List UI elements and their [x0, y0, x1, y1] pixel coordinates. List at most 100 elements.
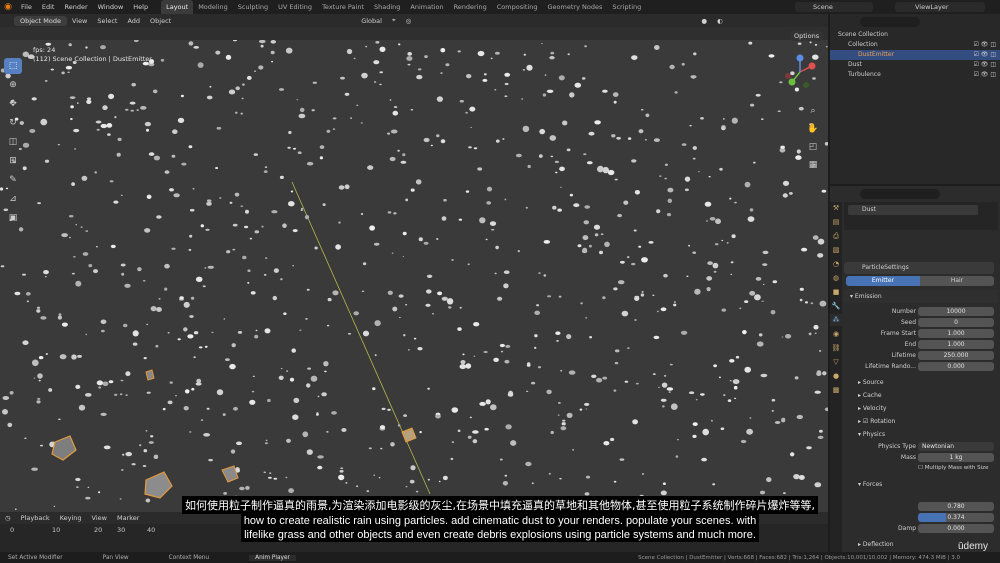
emission-panel-header[interactable]: ▾ Emission [844, 290, 998, 303]
mode-dropdown[interactable]: Object Mode [14, 15, 67, 26]
emission-field-row: Lifetime Rando... 0.000 [844, 361, 998, 372]
menu-edit[interactable]: Edit [37, 0, 60, 14]
tab-geometry-nodes[interactable]: Geometry Nodes [543, 0, 608, 14]
field-value[interactable]: 250.000 [918, 351, 994, 360]
measure-icon[interactable]: ⊿ [4, 191, 22, 207]
grid-icon[interactable]: ▦ [806, 158, 820, 172]
viewport-menu-view[interactable]: View [67, 17, 92, 25]
cursor-icon[interactable]: ⊕ [4, 77, 22, 93]
modifier-tab-icon[interactable]: 🔧 [830, 300, 842, 312]
physics-tab-icon[interactable]: ◉ [830, 328, 842, 340]
subpanel-rotation[interactable]: ▸ ☑ Rotation [844, 415, 998, 428]
menu-help[interactable]: Help [128, 0, 153, 14]
visibility-toggle-icon[interactable]: ☑ 👁 ◫ [974, 60, 996, 70]
material-tab-icon[interactable]: ● [830, 370, 842, 382]
tab-sculpting[interactable]: Sculpting [233, 0, 273, 14]
anim-player-button[interactable]: Anim Player [249, 554, 296, 561]
shading-solid-icon[interactable]: ● [696, 17, 712, 25]
dust-particle [244, 225, 249, 229]
tool-tab-icon[interactable]: ⚒ [830, 202, 842, 214]
viewport-menu-select[interactable]: Select [92, 17, 122, 25]
move-icon[interactable]: ✥ [4, 96, 22, 112]
rotate-icon[interactable]: ↻ [4, 115, 22, 131]
menu-file[interactable]: File [16, 0, 37, 14]
data-tab-icon[interactable]: ▽ [830, 356, 842, 368]
add-cube-icon[interactable]: ▣ [4, 210, 22, 226]
tab-uv-editing[interactable]: UV Editing [273, 0, 317, 14]
tab-shading[interactable]: Shading [369, 0, 405, 14]
scene-tab-icon[interactable]: ◔ [830, 258, 842, 270]
multiply-mass-checkbox[interactable]: ☐ Multiply Mass with Size [918, 463, 988, 474]
outliner-row[interactable]: DustEmitter ☑ 👁 ◫ [830, 50, 1000, 60]
tab-compositing[interactable]: Compositing [492, 0, 543, 14]
3d-viewport[interactable]: Object Mode View Select Add Object Globa… [0, 14, 828, 512]
outliner-row[interactable]: Scene Collection [830, 30, 1000, 40]
field-value[interactable]: 1.000 [918, 329, 994, 338]
viewport-menu-add[interactable]: Add [122, 17, 145, 25]
object-tab-icon[interactable]: ■ [830, 286, 842, 298]
blender-logo-icon[interactable]: ◉ [0, 0, 16, 14]
field-value[interactable]: 10000 [918, 307, 994, 316]
tab-rendering[interactable]: Rendering [449, 0, 492, 14]
field-value[interactable]: 0.000 [918, 362, 994, 371]
menu-render[interactable]: Render [59, 0, 92, 14]
scale-icon[interactable]: ◫ [4, 134, 22, 150]
world-tab-icon[interactable]: ◍ [830, 272, 842, 284]
select-box-icon[interactable]: ⬚ [4, 58, 22, 74]
view-layer-tab-icon[interactable]: ▧ [830, 244, 842, 256]
annotate-icon[interactable]: ✎ [4, 172, 22, 188]
field-label: Frame Start [880, 330, 916, 337]
navigation-gizmo[interactable] [780, 52, 820, 92]
output-tab-icon[interactable]: ⎙ [830, 230, 842, 242]
outliner-row[interactable]: Collection ☑ 👁 ◫ [830, 40, 1000, 50]
pan-hand-icon[interactable]: ✋ [806, 122, 820, 136]
particles-tab-icon[interactable]: ⁂ [830, 314, 842, 326]
view-layer-selector[interactable]: ViewLayer [895, 2, 985, 12]
visibility-toggle-icon[interactable]: ☑ 👁 ◫ [974, 50, 996, 60]
particle-system-item[interactable]: Dust [848, 205, 978, 215]
snap-icon[interactable]: ⌖ [387, 16, 401, 25]
transform-icon[interactable]: ⊞ [4, 153, 22, 169]
physics-type-dropdown[interactable]: Newtonian [918, 442, 994, 451]
tab-animation[interactable]: Animation [405, 0, 448, 14]
properties-search-input[interactable] [860, 189, 940, 199]
particle-settings-field[interactable]: ParticleSettings [844, 262, 994, 274]
particle-system-list[interactable]: Dust [844, 202, 998, 230]
subpanel-velocity[interactable]: ▸ Velocity [844, 402, 998, 415]
tab-layout[interactable]: Layout [161, 0, 194, 14]
outliner-row[interactable]: Turbulence ☑ 👁 ◫ [830, 70, 1000, 80]
constraints-tab-icon[interactable]: ⛓ [830, 342, 842, 354]
field-value[interactable]: 0 [918, 318, 994, 327]
hair-tab[interactable]: Hair [920, 276, 994, 286]
subpanel-source[interactable]: ▸ Source [844, 376, 998, 389]
subpanel-cache[interactable]: ▸ Cache [844, 389, 998, 402]
proportional-edit-icon[interactable]: ◎ [401, 17, 417, 25]
subpanel-physics[interactable]: ▾ Physics [844, 428, 998, 441]
orientation-dropdown[interactable]: Global [356, 17, 387, 25]
texture-tab-icon[interactable]: ▩ [830, 384, 842, 396]
tab-scripting[interactable]: Scripting [607, 0, 646, 14]
tab-texture-paint[interactable]: Texture Paint [317, 0, 369, 14]
dust-particle [107, 133, 111, 136]
options-button[interactable]: Options [790, 31, 824, 41]
dust-particle [723, 118, 725, 120]
scene-selector[interactable]: Scene [795, 2, 873, 12]
zoom-icon[interactable]: ⌕ [806, 104, 820, 118]
dust-particle [150, 306, 157, 312]
forces-panel-header[interactable]: ▾ Forces [844, 478, 998, 491]
mass-field[interactable]: 1 kg [918, 453, 994, 462]
visibility-toggle-icon[interactable]: ☑ 👁 ◫ [974, 40, 996, 50]
dust-particle [613, 100, 617, 104]
visibility-toggle-icon[interactable]: ☑ 👁 ◫ [974, 70, 996, 80]
field-value[interactable]: 1.000 [918, 340, 994, 349]
outliner-row[interactable]: Dust ☑ 👁 ◫ [830, 60, 1000, 70]
dust-particle [96, 246, 98, 248]
emitter-tab[interactable]: Emitter [846, 276, 920, 286]
render-tab-icon[interactable]: ▤ [830, 216, 842, 228]
tab-modeling[interactable]: Modeling [193, 0, 233, 14]
outliner-search-input[interactable] [860, 17, 920, 27]
viewport-menu-object[interactable]: Object [145, 17, 176, 25]
menu-window[interactable]: Window [93, 0, 129, 14]
camera-icon[interactable]: ◰ [806, 140, 820, 154]
shading-material-icon[interactable]: ◐ [712, 17, 728, 25]
